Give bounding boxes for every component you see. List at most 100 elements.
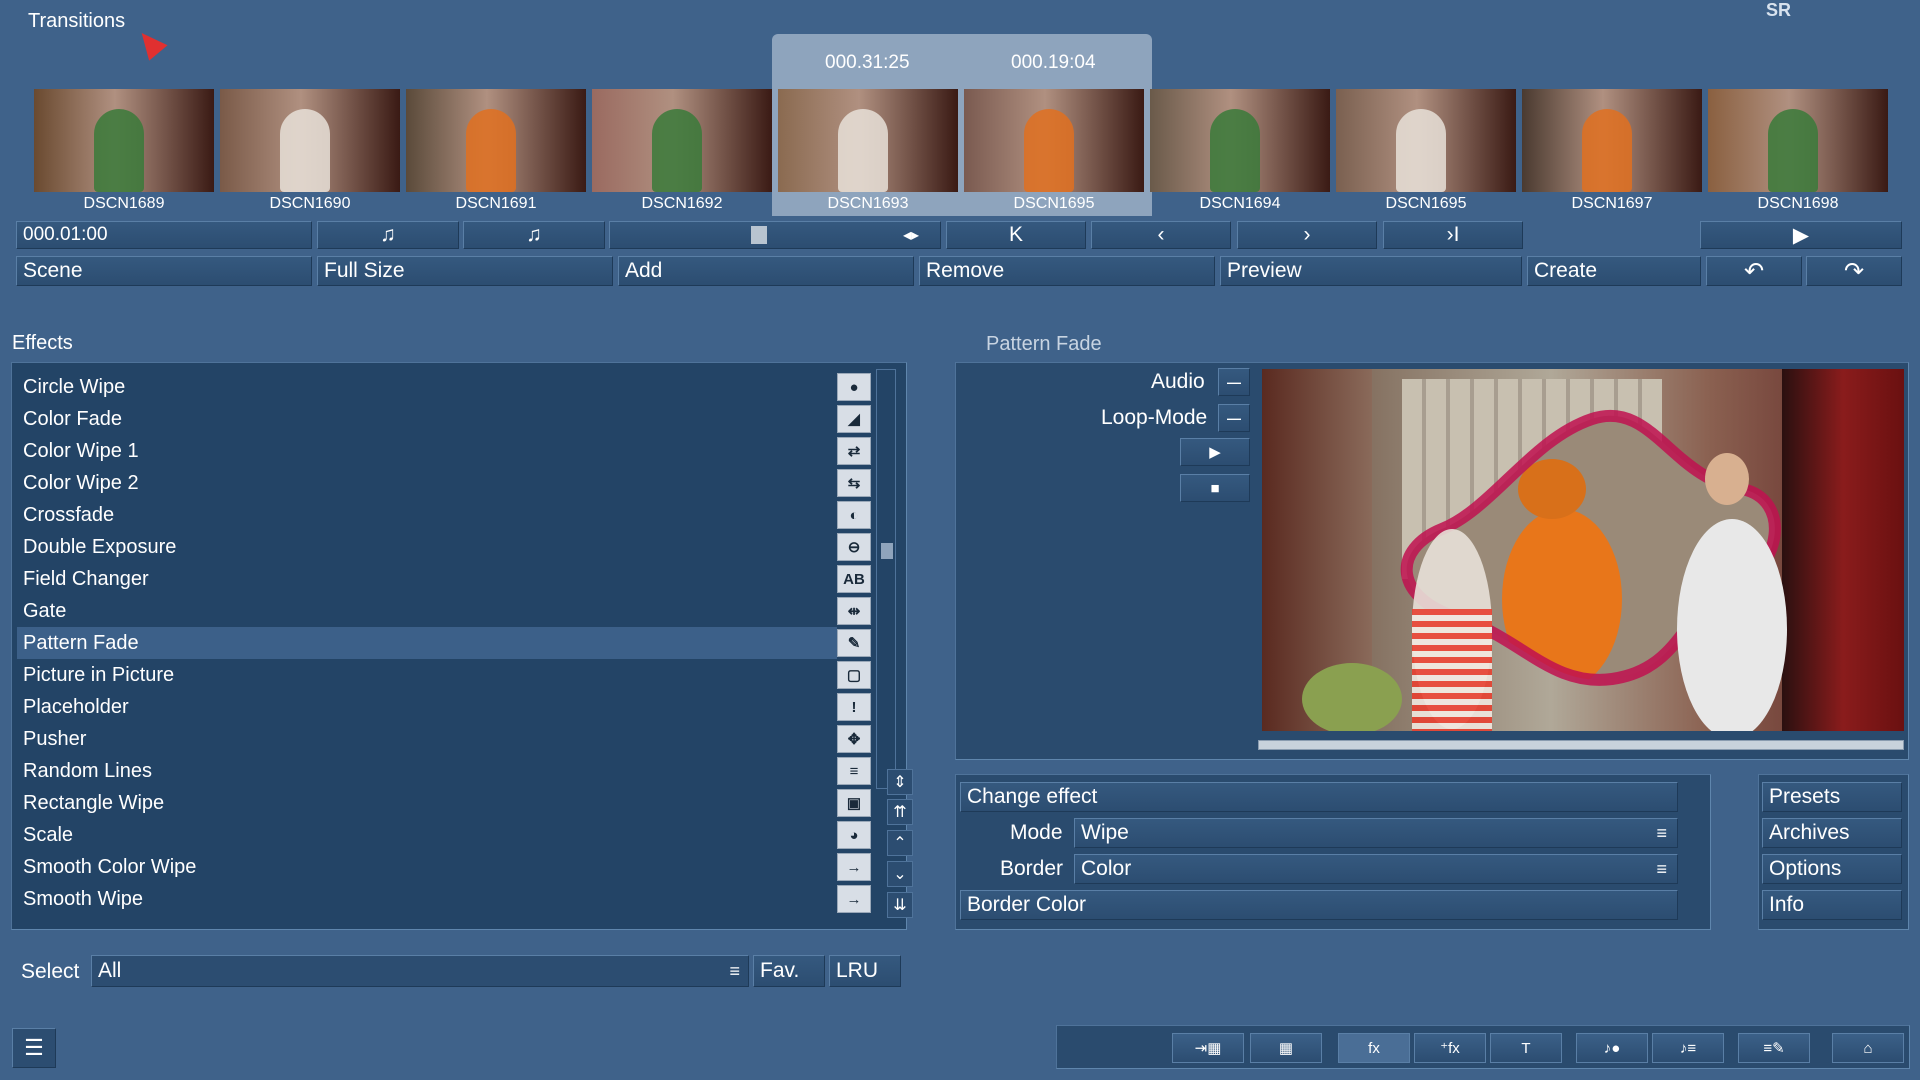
effect-list-item[interactable]: Random Lines ≡ — [17, 755, 871, 787]
effect-list-item[interactable]: Placeholder! — [17, 691, 871, 723]
effect-list-item[interactable]: Picture in Picture ▢ — [17, 659, 871, 691]
border-color-button[interactable]: Border Color — [960, 890, 1678, 920]
effects-list: Circle Wipe ● Color Fade ◢ Color Wipe 1 ⇄ Colo… — [17, 371, 897, 921]
effect-icon: ▣ — [837, 789, 871, 817]
audio-record-icon[interactable]: ♪● — [1576, 1033, 1648, 1063]
prev-frame-button[interactable]: ‹ — [1091, 221, 1231, 249]
thumbnail-figure — [1582, 109, 1632, 192]
thumbnail[interactable] — [34, 89, 214, 192]
thumbnail[interactable] — [1150, 89, 1330, 192]
preview-stop-button[interactable]: ■ — [1180, 474, 1250, 502]
thumbnail[interactable] — [1336, 89, 1516, 192]
effect-list-item[interactable]: Color Fade ◢ — [17, 403, 871, 435]
thumbnail[interactable] — [592, 89, 772, 192]
options-button[interactable]: Options — [1762, 854, 1902, 884]
effect-label: Pusher — [23, 727, 87, 750]
archives-button[interactable]: Archives — [1762, 818, 1902, 848]
scroll-up-button[interactable]: ⌃ — [887, 830, 913, 856]
info-button[interactable]: Info — [1762, 890, 1902, 920]
effect-list-item[interactable]: Smooth Color Wipe → — [17, 851, 871, 883]
app-title: Transitions — [28, 10, 126, 32]
remove-button[interactable]: Remove — [919, 256, 1215, 286]
thumbnail[interactable] — [778, 89, 958, 192]
effects-fx-icon[interactable]: fx — [1338, 1033, 1410, 1063]
audio-toggle[interactable]: — — [1218, 368, 1250, 396]
scrub-slider[interactable]: ◂▸ — [609, 221, 941, 249]
select-dropdown[interactable]: All ≡ — [91, 955, 749, 987]
last-frame-button[interactable]: ›I — [1383, 221, 1523, 249]
effect-list-item[interactable]: Color Wipe 1 ⇄ — [17, 435, 871, 467]
effect-icon: ✥ — [837, 725, 871, 753]
fav-button[interactable]: Fav. — [753, 955, 825, 987]
edit-tools-icon[interactable]: ≡✎ — [1738, 1033, 1810, 1063]
thumbnail[interactable] — [1708, 89, 1888, 192]
effect-list-item[interactable]: Scale ◕ — [17, 819, 871, 851]
menu-list-button[interactable]: ☰ — [12, 1028, 56, 1068]
music-note-icon: ♫ — [380, 223, 396, 246]
menu-icon: ≡ — [1656, 858, 1667, 879]
audio-list-icon[interactable]: ♪≡ — [1652, 1033, 1724, 1063]
thumbnail[interactable] — [406, 89, 586, 192]
chevron-left-icon: ‹ — [1157, 223, 1165, 246]
scroll-top-button[interactable]: ⇈ — [887, 799, 913, 825]
preview-button[interactable]: Preview — [1220, 256, 1522, 286]
scrollbar-track[interactable] — [876, 369, 896, 789]
presets-button[interactable]: Presets — [1762, 782, 1902, 812]
add-button[interactable]: Add — [618, 256, 914, 286]
lru-button[interactable]: LRU — [829, 955, 901, 987]
preview-play-button[interactable]: ▶ — [1180, 438, 1250, 466]
effect-list-item[interactable]: Rectangle Wipe ▣ — [17, 787, 871, 819]
mode-dropdown[interactable]: Wipe ≡ — [1074, 818, 1678, 848]
effects-heading: Effects — [12, 332, 73, 354]
effect-list-item[interactable]: Pattern Fade ✎ — [17, 627, 871, 659]
effect-label: Crossfade — [23, 503, 115, 526]
thumbnail-figure — [280, 109, 330, 192]
effect-list-item[interactable]: Color Wipe 2 ⇆ — [17, 467, 871, 499]
effects-fx2-icon[interactable]: ⁺fx — [1414, 1033, 1486, 1063]
slider-handle[interactable] — [750, 226, 767, 244]
audio-music-button[interactable]: ♫ — [317, 221, 459, 249]
thumbnail[interactable] — [220, 89, 400, 192]
border-dropdown[interactable]: Color ≡ — [1074, 854, 1678, 884]
chevron-right-icon: › — [1303, 223, 1311, 246]
change-effect-button[interactable]: Change effect — [960, 782, 1678, 812]
skip-end-icon: ›I — [1446, 223, 1460, 246]
effect-icon: AB — [837, 565, 871, 593]
scene-button[interactable]: Scene — [16, 256, 312, 286]
scroll-updown-icon[interactable]: ⇕ — [887, 769, 913, 795]
thumbnail[interactable] — [1522, 89, 1702, 192]
sr-badge[interactable]: SR — [1766, 0, 1791, 21]
next-frame-button[interactable]: › — [1237, 221, 1377, 249]
storyboard-icon[interactable]: ⇥▦ — [1172, 1033, 1244, 1063]
scrollbar-thumb[interactable] — [881, 543, 893, 559]
timeline-icon[interactable]: ▦ — [1250, 1033, 1322, 1063]
effect-label: Color Fade — [23, 407, 122, 430]
effect-list-item[interactable]: Double Exposure ⊖ — [17, 531, 871, 563]
effect-list-item[interactable]: Crossfade ◐ — [17, 499, 871, 531]
effect-list-item[interactable]: Smooth Wipe → — [17, 883, 871, 915]
undo-button[interactable]: ↶ — [1706, 256, 1802, 286]
effect-list-item[interactable]: Circle Wipe ● — [17, 371, 871, 403]
scroll-down-button[interactable]: ⌄ — [887, 861, 913, 887]
preview-progress-bar[interactable] — [1258, 740, 1904, 750]
audio-music-button-2[interactable]: ♫ — [463, 221, 605, 249]
play-button[interactable]: ▶ — [1700, 221, 1902, 249]
effect-list-item[interactable]: Field Changer AB — [17, 563, 871, 595]
full-size-button[interactable]: Full Size — [317, 256, 613, 286]
home-icon[interactable]: ⌂ — [1832, 1033, 1904, 1063]
mode-label: Mode — [1010, 821, 1063, 844]
effect-label: Pattern Fade — [23, 631, 139, 654]
thumbnail[interactable] — [964, 89, 1144, 192]
loop-mode-toggle[interactable]: — — [1218, 404, 1250, 432]
timecode-field[interactable]: 000.01:00 — [16, 221, 312, 249]
scroll-bottom-button[interactable]: ⇊ — [887, 892, 913, 918]
thumbnail-label: DSCN1695 — [1013, 195, 1095, 212]
split-icon: ◂▸ — [902, 227, 920, 244]
redo-icon: ↷ — [1843, 257, 1865, 285]
redo-button[interactable]: ↷ — [1806, 256, 1902, 286]
title-icon[interactable]: T — [1490, 1033, 1562, 1063]
create-button[interactable]: Create — [1527, 256, 1701, 286]
effect-list-item[interactable]: Pusher ✥ — [17, 723, 871, 755]
effect-list-item[interactable]: Gate ⇹ — [17, 595, 871, 627]
first-frame-button[interactable]: K — [946, 221, 1086, 249]
